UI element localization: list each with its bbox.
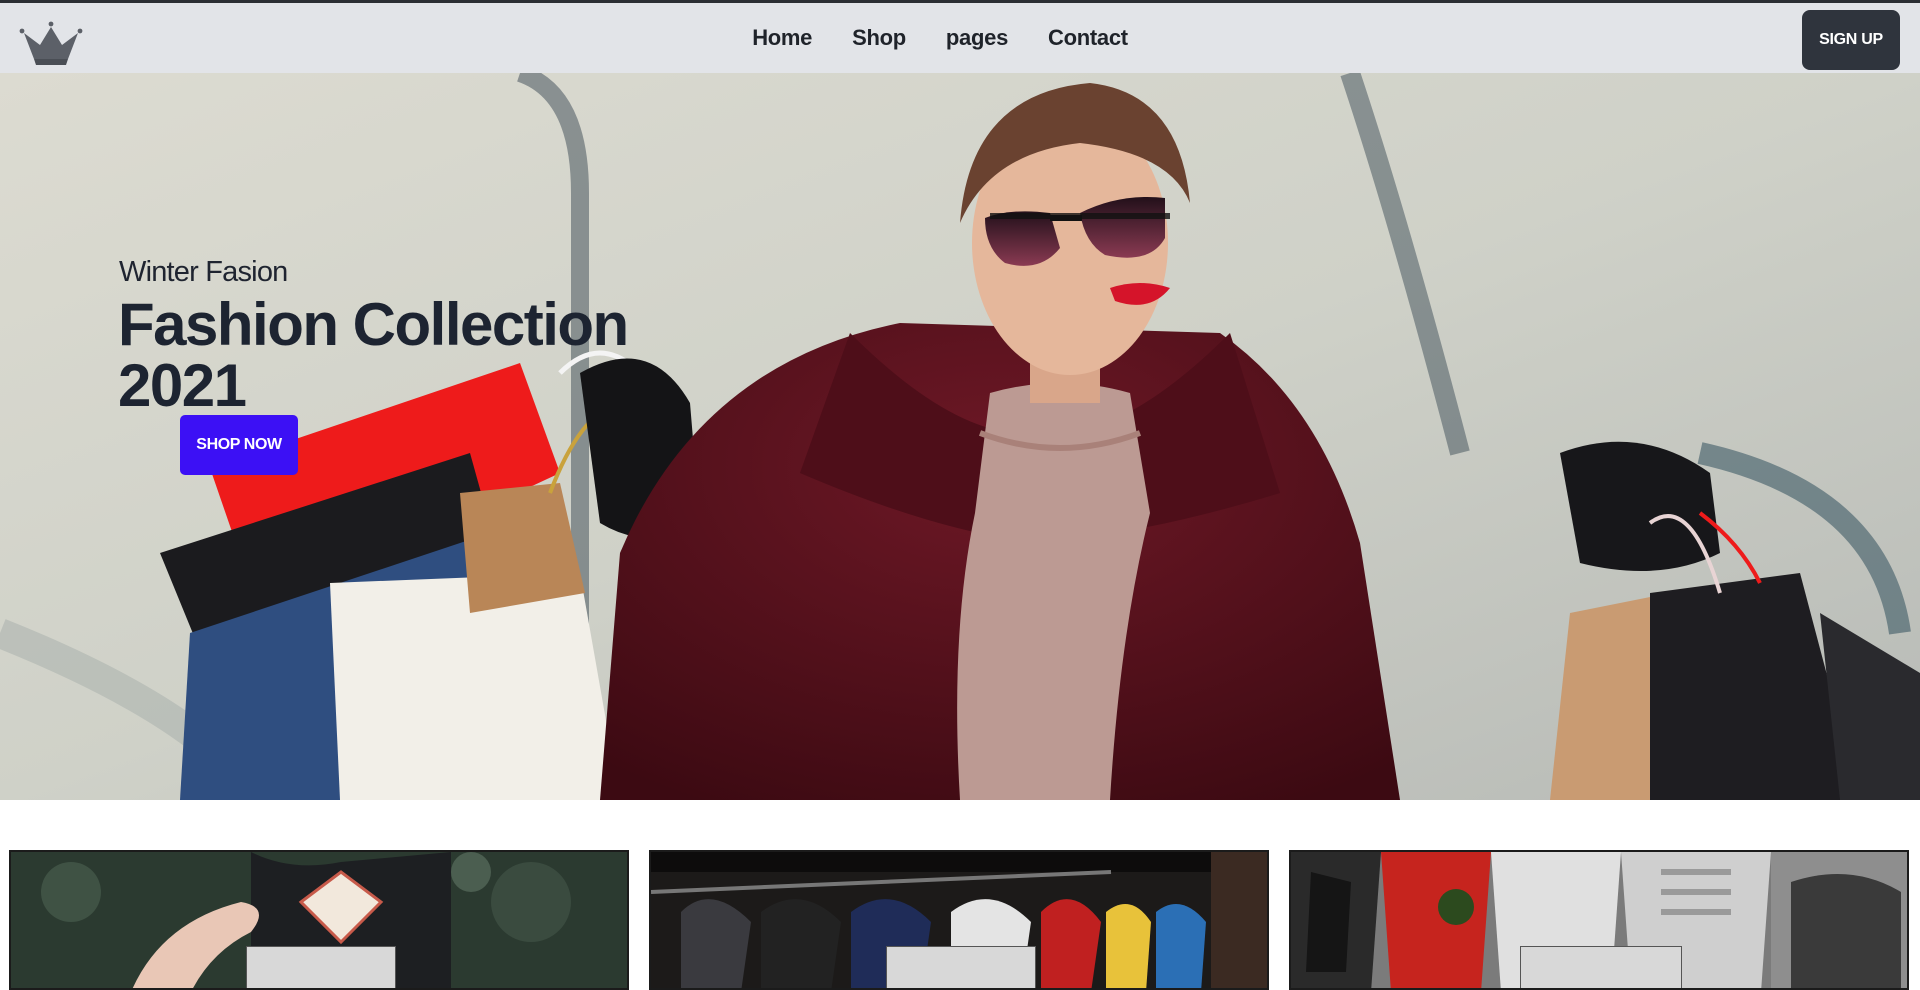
hero-title-line1: Fashion Collection (118, 291, 629, 358)
card-label-box (886, 946, 1036, 988)
shop-now-button[interactable]: SHOP NOW (180, 415, 298, 475)
hero-title: Fashion Collection 2021 (118, 294, 638, 416)
card-label-box (246, 946, 396, 988)
nav-shop[interactable]: Shop (852, 25, 906, 51)
hero-subtitle: Winter Fasion (119, 256, 288, 288)
category-cards (0, 850, 1920, 990)
category-card-clothes[interactable] (649, 850, 1269, 990)
card-label-box (1520, 946, 1682, 988)
nav-contact[interactable]: Contact (1048, 25, 1128, 51)
hero-banner: Winter Fasion Fashion Collection 2021 SH… (0, 73, 1920, 800)
nav-pages[interactable]: pages (946, 25, 1008, 51)
navbar: Home Shop pages Contact SIGN UP (0, 3, 1920, 73)
category-card-sneakers[interactable] (1289, 850, 1909, 990)
signup-button[interactable]: SIGN UP (1802, 10, 1900, 70)
hero-title-line2: 2021 (118, 352, 247, 419)
category-card-cap[interactable] (9, 850, 629, 990)
nav-home[interactable]: Home (752, 25, 812, 51)
main-nav: Home Shop pages Contact (0, 3, 1920, 73)
